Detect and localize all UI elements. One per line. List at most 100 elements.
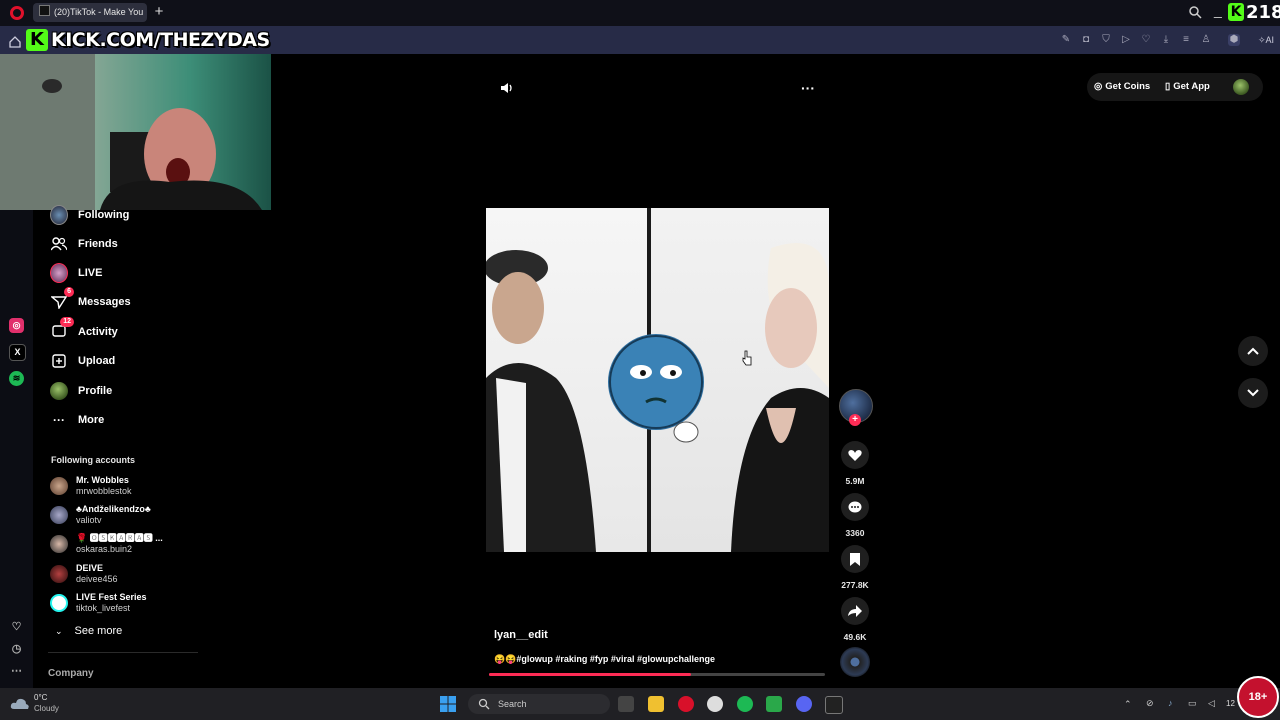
history-icon[interactable]: ◷ [9, 642, 24, 657]
minimize-button[interactable]: _ [1214, 2, 1228, 18]
kick-logo-icon: K [1228, 3, 1244, 21]
search-tabs-icon[interactable] [1188, 5, 1202, 19]
avatar [50, 594, 68, 612]
next-video-button[interactable] [1238, 378, 1268, 408]
avatar [50, 535, 68, 553]
following-avatar-icon [50, 205, 68, 225]
kick-url-overlay: K KICK.COM/THEZYDAS [26, 28, 270, 51]
display-icon[interactable]: ▭ [1188, 698, 1197, 709]
account-display-name: Mr. Wobbles [76, 475, 129, 485]
divider [48, 652, 198, 653]
home-icon[interactable] [9, 36, 21, 48]
comment-count: 3360 [845, 528, 865, 538]
previous-video-button[interactable] [1238, 336, 1268, 366]
tray-chevron-icon[interactable]: ⌃ [1124, 699, 1132, 710]
weather-description[interactable]: Cloudy [34, 704, 59, 713]
nav-activity[interactable]: 12 Activity [50, 317, 200, 343]
nav-label: LIVE [78, 267, 103, 279]
search-icon [478, 698, 490, 710]
play-icon[interactable]: ▷ [1120, 34, 1132, 46]
following-account[interactable]: Mr. Wobbles mrwobblestok [50, 473, 200, 499]
menu-icon[interactable]: ≡ [1180, 34, 1192, 46]
save-button[interactable] [841, 545, 869, 573]
weather-temperature[interactable]: 0°C [34, 693, 47, 702]
upload-icon [50, 352, 68, 370]
favorites-heart-icon[interactable]: ♡ [9, 620, 24, 635]
account-username: valiotv [76, 515, 102, 525]
friends-icon [50, 235, 68, 253]
browser-tab[interactable]: (20)TikTok - Make You [33, 3, 147, 22]
following-account[interactable]: DEIVE deivee456 [50, 561, 200, 587]
profile-icon[interactable]: ♙ [1200, 34, 1212, 46]
user-avatar[interactable] [1233, 79, 1249, 95]
save-count: 277.8K [841, 580, 869, 590]
obs-icon[interactable] [707, 696, 723, 712]
browser-tab-strip [0, 0, 1280, 26]
nav-live[interactable]: LIVE [50, 262, 200, 284]
spotify-icon[interactable]: ≋ [9, 371, 24, 386]
follow-plus-button[interactable]: + [849, 414, 861, 426]
get-coins-button[interactable]: ◎ Get Coins [1094, 81, 1150, 92]
more-options-icon[interactable]: ··· [799, 80, 817, 96]
see-more-button[interactable]: ⌄ See more [55, 625, 122, 637]
following-account[interactable]: ♣Andželikendzo♣ valiotv [50, 502, 200, 528]
epic-games-icon[interactable] [825, 696, 843, 714]
opera-taskbar-icon[interactable] [678, 696, 694, 712]
activity-badge: 12 [60, 317, 74, 327]
camera-icon[interactable]: ◘ [1080, 34, 1092, 46]
share-arrow-icon [848, 605, 862, 617]
instagram-icon[interactable]: ◎ [9, 318, 24, 333]
avatar [50, 506, 68, 524]
video-author[interactable]: lyan__edit [494, 629, 548, 641]
bookmark-icon [850, 552, 860, 566]
nav-upload[interactable]: Upload [50, 350, 200, 372]
following-account[interactable]: 🌹 🅾🆂🅺🅰🆁🅰🆂 ... oskaras.buin2 [50, 531, 200, 557]
extension-icon[interactable]: ⬢ [1228, 34, 1240, 46]
share-button[interactable] [841, 597, 869, 625]
microphone-icon[interactable]: ♪ [1168, 698, 1173, 708]
chevron-down-icon: ⌄ [55, 625, 63, 636]
account-username: tiktok_livefest [76, 603, 131, 613]
like-button[interactable] [841, 441, 869, 469]
emoji-sticker-icon [608, 334, 704, 443]
new-tab-button[interactable]: + [152, 4, 166, 20]
heart-icon[interactable]: ♡ [1140, 34, 1152, 46]
shield-icon[interactable]: ⛉ [1100, 34, 1112, 46]
spotify-taskbar-icon[interactable] [737, 696, 753, 712]
comment-button[interactable] [841, 493, 869, 521]
opera-logo-icon[interactable] [10, 6, 24, 20]
following-account[interactable]: LIVE Fest Series tiktok_livefest [50, 590, 200, 616]
ai-icon[interactable]: ✧AI [1256, 34, 1276, 46]
x-twitter-icon[interactable]: X [9, 344, 26, 361]
chevron-down-icon [1247, 389, 1259, 397]
windows-start-icon[interactable] [440, 696, 456, 712]
nav-label: Following [78, 209, 130, 221]
volume-icon[interactable]: ◁ [1208, 698, 1215, 709]
company-link[interactable]: Company [48, 668, 94, 679]
nav-more[interactable]: ··· More [50, 409, 200, 431]
network-off-icon[interactable]: ⊘ [1146, 698, 1154, 709]
get-app-button[interactable]: ▯ Get App [1165, 81, 1210, 92]
nav-label: Friends [78, 238, 118, 250]
see-more-label: See more [74, 625, 123, 637]
edit-icon[interactable]: ✎ [1060, 34, 1072, 46]
task-view-icon[interactable] [618, 696, 634, 712]
video-player[interactable] [486, 208, 829, 552]
messages-icon: 6 [50, 287, 74, 311]
nav-following[interactable]: Following [50, 204, 200, 226]
nav-profile[interactable]: Profile [50, 380, 200, 402]
download-icon[interactable]: ⤓ [1160, 34, 1172, 46]
avatar [50, 565, 68, 583]
sound-icon[interactable] [499, 80, 515, 96]
file-explorer-icon[interactable] [648, 696, 664, 712]
discord-icon[interactable] [796, 696, 812, 712]
nav-messages[interactable]: 6 Messages [50, 287, 200, 313]
search-placeholder: Search [498, 699, 527, 709]
taskbar-search[interactable]: Search [468, 694, 610, 714]
more-sidebar-icon[interactable]: ⋯ [9, 664, 24, 679]
taskbar-clock[interactable]: 12 [1226, 699, 1235, 708]
account-display-name: 🌹 🅾🆂🅺🅰🆁🅰🆂 ... [76, 533, 163, 543]
nav-friends[interactable]: Friends [50, 233, 200, 255]
music-disc-icon[interactable] [840, 647, 870, 677]
app-icon[interactable] [766, 696, 782, 712]
